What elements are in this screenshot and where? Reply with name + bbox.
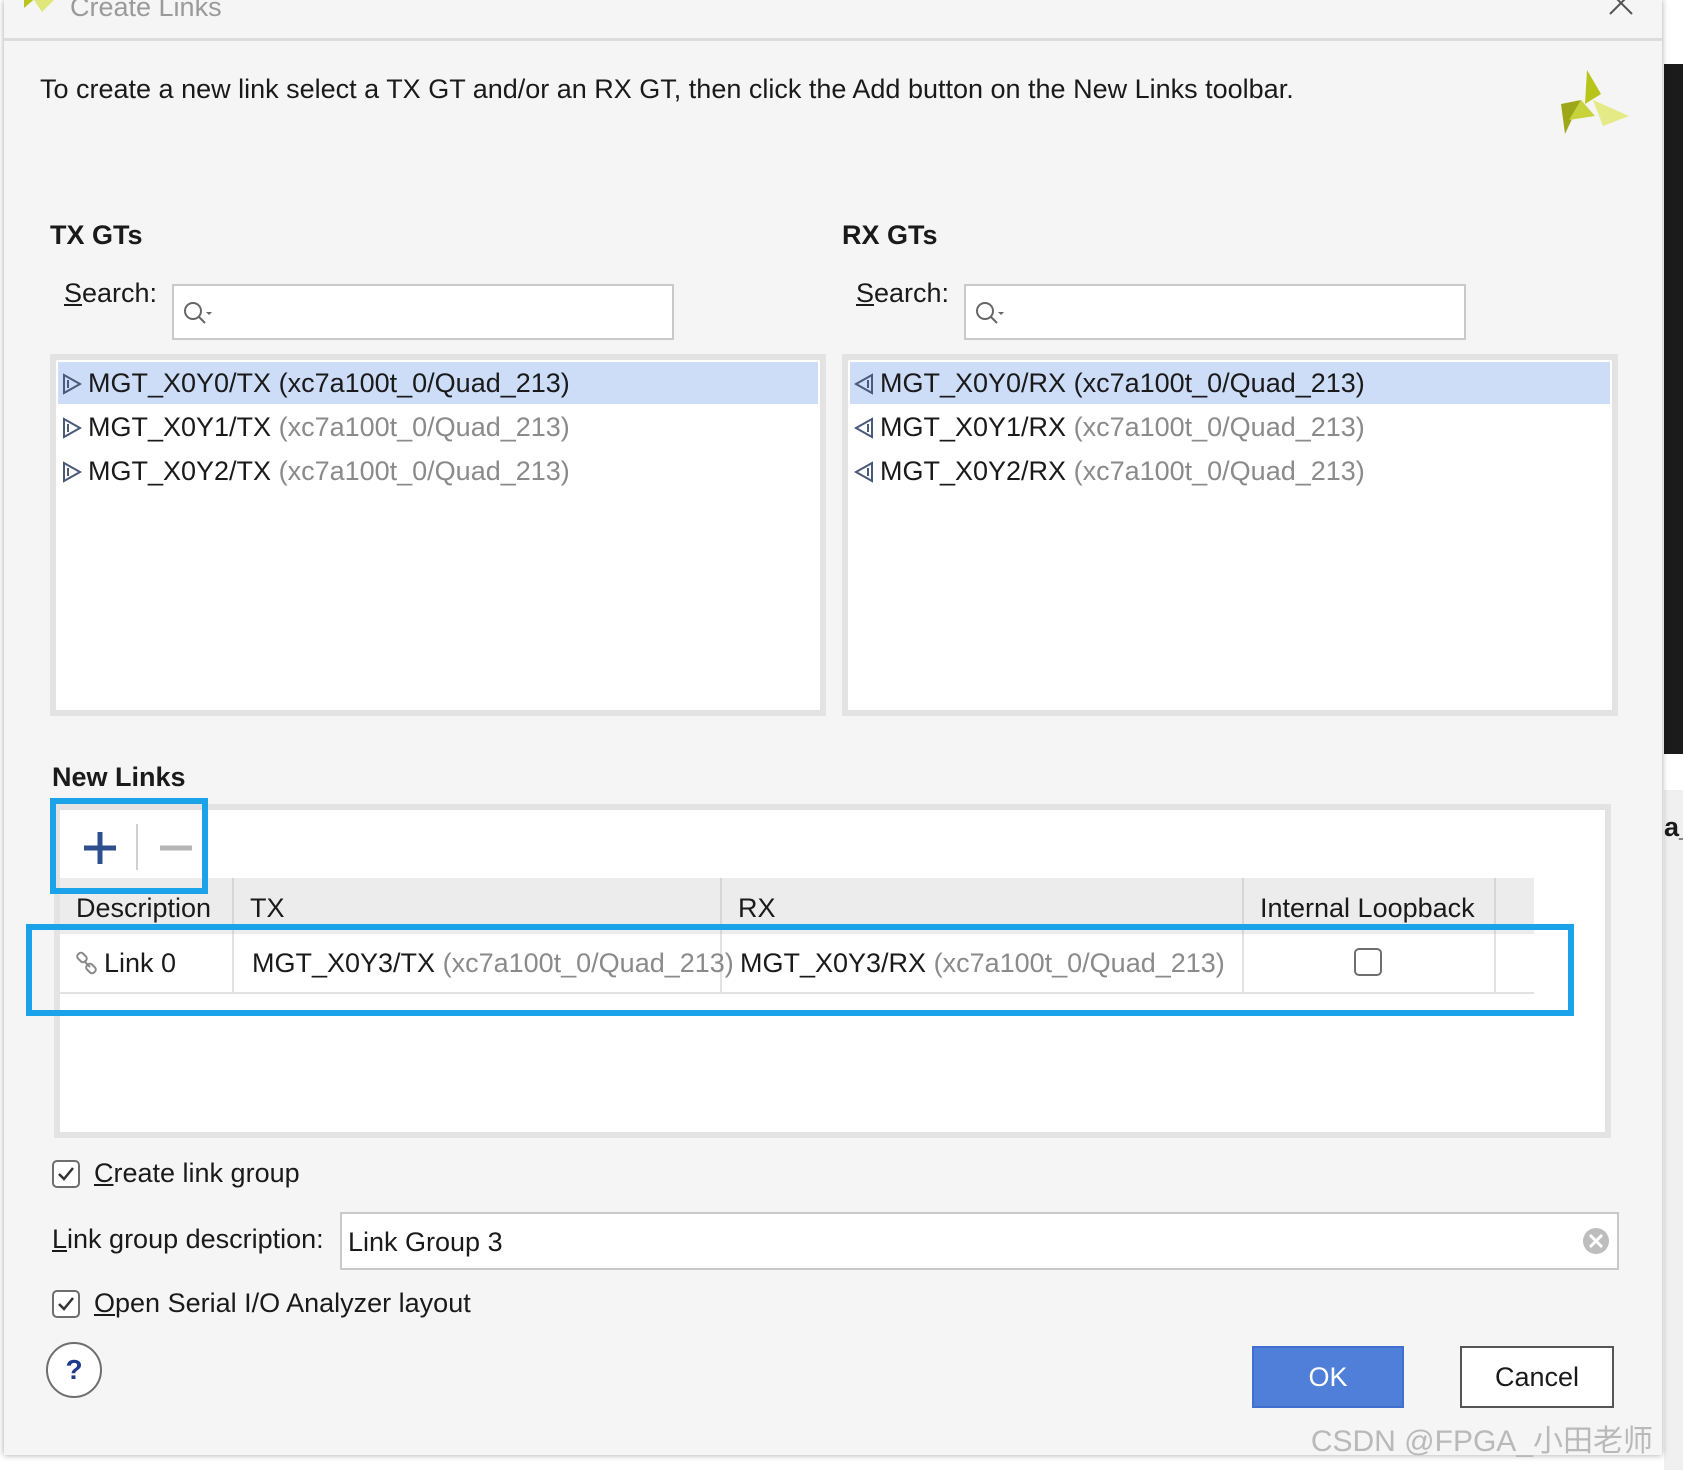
rx-port-icon — [853, 461, 873, 483]
rx-gts-heading: RX GTs — [842, 220, 938, 250]
create-link-group-label: Create link group — [94, 1158, 300, 1188]
vivado-brand-icon — [1561, 70, 1629, 134]
list-item[interactable]: MGT_X0Y1/TX (xc7a100t_0/Quad_213) — [58, 406, 818, 448]
toolbar-highlight-box — [50, 798, 208, 894]
title-bar: Create Links — [4, 0, 1662, 41]
tx-gts-list: MGT_X0Y0/TX (xc7a100t_0/Quad_213) MGT_X0Y… — [50, 354, 826, 716]
list-item[interactable]: MGT_X0Y1/RX (xc7a100t_0/Quad_213) — [850, 406, 1610, 448]
create-links-dialog: Create Links To create a new link select… — [4, 0, 1662, 1455]
rx-port-icon — [853, 373, 873, 395]
gt-channel: MGT_X0Y2/RX — [880, 456, 1067, 486]
cancel-button[interactable]: Cancel — [1460, 1346, 1614, 1408]
gt-path: (xc7a100t_0/Quad_213) — [278, 368, 570, 398]
gt-channel: MGT_X0Y1/RX — [880, 412, 1067, 442]
instructions-text: To create a new link select a TX GT and/… — [40, 74, 1294, 104]
background-text-fragment: a_ — [1664, 812, 1683, 842]
gt-path: (xc7a100t_0/Quad_213) — [1073, 412, 1365, 442]
vivado-logo-icon — [24, 0, 54, 12]
tx-port-icon — [63, 417, 83, 439]
link-group-description-value: Link Group 3 — [348, 1227, 503, 1257]
ok-button[interactable]: OK — [1252, 1346, 1404, 1408]
rx-port-icon — [853, 417, 873, 439]
list-item[interactable]: MGT_X0Y2/TX (xc7a100t_0/Quad_213) — [58, 450, 818, 492]
tx-search-input[interactable] — [172, 284, 674, 340]
list-item[interactable]: MGT_X0Y2/RX (xc7a100t_0/Quad_213) — [850, 450, 1610, 492]
checkmark-icon — [58, 1297, 74, 1311]
open-layout-label: Open Serial I/O Analyzer layout — [94, 1288, 471, 1318]
gt-path: (xc7a100t_0/Quad_213) — [1073, 368, 1365, 398]
gt-path: (xc7a100t_0/Quad_213) — [278, 456, 570, 486]
gt-channel: MGT_X0Y0/RX — [880, 368, 1067, 398]
gt-channel: MGT_X0Y0/TX — [88, 368, 272, 398]
tx-port-icon — [63, 461, 83, 483]
gt-name: MGT_X0Y0/RX (xc7a100t_0/Quad_213) — [880, 362, 1365, 404]
rx-search-input[interactable] — [964, 284, 1466, 340]
open-layout-checkbox[interactable] — [52, 1290, 80, 1318]
gt-name: MGT_X0Y1/TX (xc7a100t_0/Quad_213) — [88, 406, 570, 448]
dialog-title: Create Links — [70, 0, 222, 22]
rx-search-label: Search: — [856, 278, 950, 308]
tx-gts-heading: TX GTs — [50, 220, 143, 250]
list-item[interactable]: MGT_X0Y0/RX (xc7a100t_0/Quad_213) — [850, 362, 1610, 404]
gt-channel: MGT_X0Y2/TX — [88, 456, 272, 486]
new-links-toolbar — [54, 804, 1611, 882]
gt-name: MGT_X0Y2/RX (xc7a100t_0/Quad_213) — [880, 450, 1365, 492]
background-dark-panel — [1664, 64, 1683, 754]
gt-name: MGT_X0Y0/TX (xc7a100t_0/Quad_213) — [88, 362, 570, 404]
new-links-heading: New Links — [52, 762, 186, 792]
gt-path: (xc7a100t_0/Quad_213) — [1073, 456, 1365, 486]
gt-path: (xc7a100t_0/Quad_213) — [278, 412, 570, 442]
row-highlight-box — [26, 924, 1574, 1016]
search-icon — [184, 302, 212, 324]
watermark-text: CSDN @FPGA_小田老师 — [1310, 1425, 1653, 1458]
help-button[interactable]: ? — [46, 1342, 102, 1398]
search-icon — [976, 302, 1004, 324]
link-group-description-label: Link group description: — [52, 1224, 324, 1254]
gt-name: MGT_X0Y1/RX (xc7a100t_0/Quad_213) — [880, 406, 1365, 448]
background-light-panel — [1664, 790, 1683, 1470]
rx-gts-list: MGT_X0Y0/RX (xc7a100t_0/Quad_213) MGT_X0Y… — [842, 354, 1618, 716]
tx-port-icon — [63, 373, 83, 395]
link-group-description-input[interactable]: Link Group 3 — [340, 1212, 1619, 1270]
close-icon[interactable] — [1604, 0, 1638, 20]
list-item[interactable]: MGT_X0Y0/TX (xc7a100t_0/Quad_213) — [58, 362, 818, 404]
clear-icon[interactable] — [1581, 1226, 1611, 1256]
link-group-description-label-rest: ink group description: — [67, 1224, 324, 1254]
checkmark-icon — [58, 1167, 74, 1181]
gt-name: MGT_X0Y2/TX (xc7a100t_0/Quad_213) — [88, 450, 570, 492]
tx-search-label: Search: — [64, 278, 158, 308]
open-layout-label-rest: pen Serial I/O Analyzer layout — [115, 1288, 471, 1318]
create-link-group-label-rest: reate link group — [113, 1158, 300, 1188]
gt-channel: MGT_X0Y1/TX — [88, 412, 272, 442]
create-link-group-checkbox[interactable] — [52, 1160, 80, 1188]
